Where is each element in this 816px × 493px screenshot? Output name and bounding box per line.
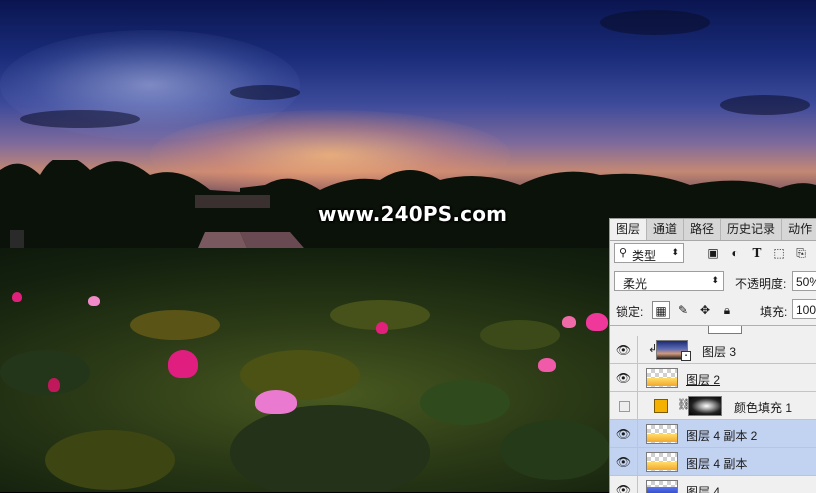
image-filter-icon[interactable]: ▣	[706, 246, 720, 260]
opacity-label: 不透明度:	[735, 277, 787, 291]
eye-icon[interactable]: 👁︎	[610, 364, 638, 392]
layer-thumbnail	[646, 368, 678, 388]
layer-row[interactable]: ⛓︎ 颜色填充 1	[610, 392, 816, 420]
lotus-leaf	[480, 320, 560, 350]
lock-all-icon[interactable]: 🔒︎	[718, 301, 736, 319]
layer-thumbnail	[646, 452, 678, 472]
layer-mask-thumbnail[interactable]	[688, 396, 722, 416]
layer-list: 👁︎ ↲ ▪ 图层 3 👁︎ 图层 2 ⛓︎ 颜色填充 1 👁︎ 图层 4 副本…	[610, 325, 816, 493]
lotus-leaf	[130, 310, 220, 340]
layers-panel: 图层 通道 路径 历史记录 动作 ⚲ 类型 ⬍ ▣ ◐ T ⬚ ⎘ 柔光 ⬍ 不…	[609, 218, 816, 493]
fill-input[interactable]: 100%	[792, 299, 816, 319]
visibility-toggle-off[interactable]	[610, 392, 638, 420]
lock-bar: 锁定: ▦ ✎ ✥ 🔒︎ 填充: 100%	[614, 299, 816, 321]
tab-history[interactable]: 历史记录	[721, 219, 783, 240]
lotus-flower	[48, 378, 60, 392]
lotus-flower	[12, 292, 22, 302]
cloud	[600, 10, 710, 35]
lotus-leaf	[230, 405, 430, 492]
lotus-flower	[168, 350, 198, 378]
blend-mode-select[interactable]: 柔光 ⬍	[614, 271, 724, 291]
layer-name[interactable]: 图层 4 副本	[686, 455, 747, 472]
lotus-flower	[562, 316, 576, 328]
filter-bar: ⚲ 类型 ⬍ ▣ ◐ T ⬚ ⎘	[614, 243, 816, 265]
cloud	[720, 95, 810, 115]
layer-name[interactable]: 图层 3	[702, 343, 736, 360]
layer-thumbnail	[646, 480, 678, 493]
updown-arrow-icon: ⬍	[671, 247, 679, 257]
adjustment-filter-icon[interactable]: ◐	[728, 246, 742, 260]
opacity-input[interactable]: 50%	[792, 271, 816, 291]
lotus-leaf	[420, 380, 510, 425]
updown-arrow-icon: ⬍	[711, 275, 719, 285]
smart-object-filter-icon[interactable]: ⎘	[794, 246, 808, 260]
blend-mode-value: 柔光	[623, 277, 648, 291]
layer-row[interactable]: 👁︎ 图层 4	[610, 476, 816, 493]
lock-label: 锁定:	[616, 305, 644, 319]
eye-icon[interactable]: 👁︎	[610, 420, 638, 448]
tab-channels[interactable]: 通道	[647, 219, 685, 240]
layer-name[interactable]: 图层 2	[686, 371, 720, 388]
filter-kind-label: 类型	[632, 249, 657, 263]
layer-row[interactable]: 👁︎ ↲ ▪ 图层 3	[610, 336, 816, 364]
lotus-flower	[538, 358, 556, 372]
lotus-flower	[255, 390, 297, 414]
watermark-text: www.240PS.com	[318, 202, 508, 226]
lotus-flower	[586, 313, 608, 331]
cloud	[20, 110, 140, 128]
layer-row-partial[interactable]	[610, 326, 816, 336]
fill-label: 填充:	[760, 305, 788, 319]
cloud	[230, 85, 300, 100]
layer-name[interactable]: 颜色填充 1	[734, 399, 792, 416]
tab-actions[interactable]: 动作	[782, 219, 816, 240]
layer-name[interactable]: 图层 4 副本 2	[686, 427, 757, 444]
lock-transparent-icon[interactable]: ▦	[652, 301, 670, 319]
lotus-leaf	[240, 350, 360, 400]
lotus-leaf	[45, 430, 175, 490]
fill-color-swatch[interactable]	[654, 399, 668, 413]
eye-icon[interactable]: 👁︎	[610, 336, 638, 364]
lock-brush-icon[interactable]: ✎	[674, 301, 692, 319]
layer-row[interactable]: 👁︎ 图层 4 副本	[610, 448, 816, 476]
filter-kind-select[interactable]: ⚲ 类型 ⬍	[614, 243, 684, 263]
lotus-flower	[376, 322, 388, 334]
eye-icon[interactable]: 👁︎	[610, 448, 638, 476]
layer-thumbnail	[646, 424, 678, 444]
blend-bar: 柔光 ⬍ 不透明度: 50%	[614, 271, 816, 293]
lock-move-icon[interactable]: ✥	[696, 301, 714, 319]
smart-object-icon: ▪	[681, 351, 691, 361]
search-icon: ⚲	[619, 247, 628, 259]
layer-row[interactable]: 👁︎ 图层 4 副本 2	[610, 420, 816, 448]
lotus-leaf	[0, 350, 90, 395]
layer-thumbnail	[708, 326, 742, 334]
lotus-flower	[88, 296, 100, 306]
shape-filter-icon[interactable]: ⬚	[772, 246, 786, 260]
type-filter-icon[interactable]: T	[750, 246, 764, 260]
tab-layers[interactable]: 图层	[610, 219, 648, 240]
tab-paths[interactable]: 路径	[684, 219, 722, 240]
eye-icon[interactable]: 👁︎	[610, 476, 638, 493]
panel-tabs: 图层 通道 路径 历史记录 动作	[610, 219, 816, 241]
lotus-leaf	[500, 420, 610, 480]
layer-row[interactable]: 👁︎ 图层 2	[610, 364, 816, 392]
